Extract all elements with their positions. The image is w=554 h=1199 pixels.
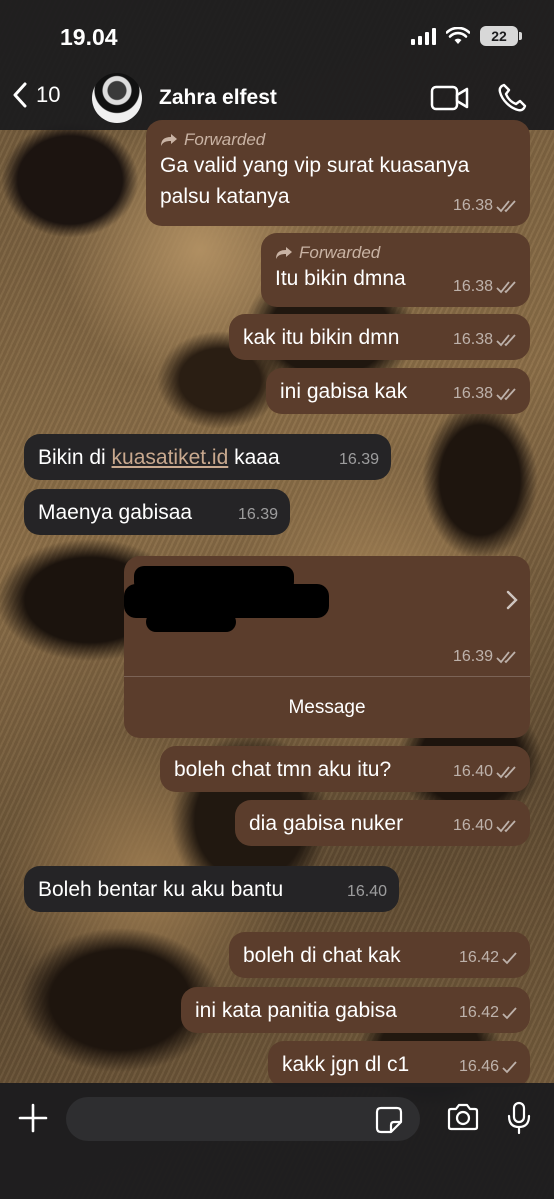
wifi-icon xyxy=(446,27,470,44)
attach-button[interactable] xyxy=(18,1103,48,1138)
message-text-part: Bikin di xyxy=(38,446,112,469)
message-time: 16.46 xyxy=(458,1058,499,1075)
message-text-part: kaaa xyxy=(228,446,280,469)
contact-name[interactable]: Zahra elfest xyxy=(159,86,277,110)
message-meta: 16.40 xyxy=(453,756,518,787)
message-time: 16.39 xyxy=(237,506,278,523)
phone-icon xyxy=(498,83,527,112)
message-outgoing[interactable]: Forwarded Ga valid yang vip surat kuasan… xyxy=(146,120,530,226)
message-outgoing[interactable]: dia gabisa nuker 16.40 xyxy=(235,800,530,846)
message-incoming[interactable]: Maenya gabisaa 16.39 xyxy=(24,489,290,535)
double-check-icon xyxy=(496,651,516,664)
message-input-bar xyxy=(0,1083,554,1199)
message-meta: 16.40 xyxy=(347,876,387,907)
message-outgoing[interactable]: kakk jgn dl c1 16.46 xyxy=(268,1041,530,1087)
signal-icon xyxy=(411,27,436,45)
camera-icon xyxy=(447,1103,479,1131)
double-check-icon xyxy=(496,199,516,212)
message-meta: 16.39 xyxy=(453,648,518,666)
message-meta: 16.38 xyxy=(453,378,518,409)
open-card-button[interactable] xyxy=(506,590,518,615)
message-meta: 16.38 xyxy=(453,324,518,355)
chevron-left-icon xyxy=(13,82,27,108)
message-time: 16.40 xyxy=(452,763,493,780)
voice-call-button[interactable] xyxy=(496,82,528,119)
message-time: 16.40 xyxy=(452,817,493,834)
battery-level: 22 xyxy=(491,28,507,44)
message-time: 16.42 xyxy=(458,1004,499,1021)
message-link[interactable]: kuasatiket.id xyxy=(112,446,229,469)
microphone-button[interactable] xyxy=(506,1101,532,1140)
double-check-icon xyxy=(496,387,516,400)
forwarded-text: Forwarded xyxy=(299,243,381,262)
double-check-icon xyxy=(496,765,516,778)
forwarded-label: Forwarded xyxy=(160,120,516,150)
battery-icon: 22 xyxy=(480,26,522,46)
message-meta: 16.40 xyxy=(453,810,518,841)
message-time: 16.40 xyxy=(346,883,387,900)
message-time: 16.38 xyxy=(452,331,493,348)
message-meta: 16.42 xyxy=(459,997,518,1028)
status-icons: 22 xyxy=(411,26,522,46)
sticker-button[interactable] xyxy=(375,1106,403,1139)
message-text: Boleh bentar ku aku bantu xyxy=(38,878,284,901)
message-time: 16.38 xyxy=(452,385,493,402)
message-time: 16.39 xyxy=(338,451,379,468)
message-meta: 16.39 xyxy=(238,499,278,530)
message-outgoing[interactable]: boleh di chat kak 16.42 xyxy=(229,932,530,978)
message-meta: 16.39 xyxy=(339,444,379,475)
sticker-icon xyxy=(375,1106,403,1134)
message-input[interactable] xyxy=(66,1097,420,1141)
plus-icon xyxy=(18,1103,48,1133)
message-outgoing[interactable]: Forwarded Itu bikin dmna 16.38 xyxy=(261,233,530,307)
forwarded-label: Forwarded xyxy=(275,233,516,263)
message-outgoing[interactable]: kak itu bikin dmn 16.38 xyxy=(229,314,530,360)
message-meta: 16.46 xyxy=(459,1051,518,1082)
card-message-button[interactable]: Message xyxy=(124,677,530,738)
message-text: Ga valid yang vip surat kuasanya xyxy=(160,154,470,177)
message-outgoing[interactable]: ini kata panitia gabisa 16.42 xyxy=(181,987,530,1033)
message-incoming[interactable]: Bikin di kuasatiket.id kaaa 16.39 xyxy=(24,434,391,480)
message-outgoing[interactable]: boleh chat tmn aku itu? 16.40 xyxy=(160,746,530,792)
forward-arrow-icon xyxy=(161,134,177,146)
video-camera-icon xyxy=(430,85,469,111)
message-time: 16.39 xyxy=(452,648,493,665)
back-button[interactable]: 10 xyxy=(12,82,60,108)
status-bar: 19.04 22 xyxy=(0,0,554,70)
message-text: Bikin di kuasatiket.id kaaa xyxy=(38,442,377,473)
contact-card[interactable]: 16.39 Message xyxy=(124,556,530,738)
message-outgoing[interactable]: ini gabisa kak 16.38 xyxy=(266,368,530,414)
camera-button[interactable] xyxy=(446,1103,480,1136)
message-meta: 16.42 xyxy=(459,942,518,973)
status-time: 19.04 xyxy=(60,24,118,50)
double-check-icon xyxy=(496,280,516,293)
microphone-icon xyxy=(507,1101,531,1135)
message-time: 16.42 xyxy=(458,949,499,966)
video-call-button[interactable] xyxy=(430,84,470,117)
chevron-right-icon xyxy=(506,590,518,610)
message-time: 16.38 xyxy=(452,197,493,214)
message-time: 16.38 xyxy=(452,278,493,295)
forwarded-text: Forwarded xyxy=(184,130,266,149)
forward-arrow-icon xyxy=(276,247,292,259)
single-check-icon xyxy=(502,1060,517,1073)
redacted-block xyxy=(146,612,236,632)
single-check-icon xyxy=(502,1006,517,1019)
double-check-icon xyxy=(496,333,516,346)
unread-count: 10 xyxy=(36,82,61,107)
double-check-icon xyxy=(496,819,516,832)
single-check-icon xyxy=(502,951,517,964)
message-incoming[interactable]: Boleh bentar ku aku bantu 16.40 xyxy=(24,866,399,912)
avatar[interactable] xyxy=(92,73,142,123)
message-meta: 16.38 xyxy=(453,271,518,302)
message-meta: 16.38 xyxy=(453,190,518,221)
